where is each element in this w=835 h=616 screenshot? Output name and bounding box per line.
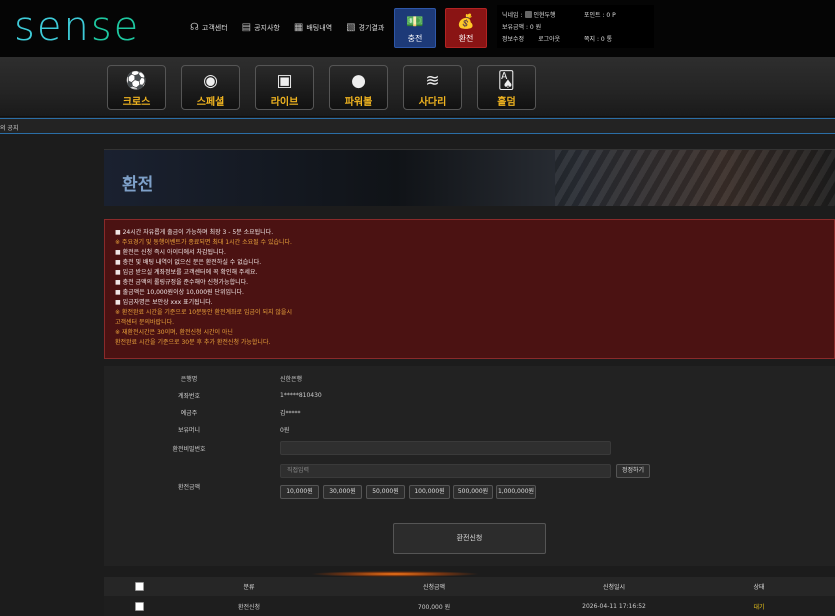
header-type: 분류 [243, 584, 255, 591]
exchange-rules: ■ 24시간 자유롭게 출금이 가능하며 최장 3 - 5분 소요됩니다. ※ … [104, 219, 835, 359]
holdem-icon: 🂡 [497, 71, 516, 91]
rule-line: ■ 24시간 자유롭게 출금이 가능하며 최장 3 - 5분 소요됩니다. [115, 229, 274, 236]
table-row: 환전신청 700,000 원 2026-04-11 17:16:52 대기 [104, 597, 835, 616]
rule-line: ■ 입금자명은 보안상 xxx 표기됩니다. [115, 299, 213, 306]
rule-line: ※ 주요경기 및 동행이벤트가 종료되면 최대 1시간 소요될 수 있습니다. [115, 239, 292, 246]
rule-line: 환전완료 시간을 기준으로 30분 후 추가 환전신청 가능합니다. [115, 339, 271, 346]
amount-input[interactable]: 직접입력 [280, 464, 611, 478]
money-hand-icon: 💰 [457, 14, 475, 30]
rule-line: ■ 환전은 신청 즉시 아이디에서 차감됩니다. [115, 249, 226, 256]
nickname: 인현두행 [533, 11, 556, 19]
game-powerball[interactable]: ● 파워볼 [329, 65, 388, 110]
quick-10000-button[interactable]: 10,000원 [280, 485, 319, 499]
headset-icon: ☊ [190, 22, 199, 33]
holder-value: 김***** [280, 410, 301, 417]
charge-button[interactable]: 💵 충전 [394, 8, 436, 48]
exchange-form: 은행명 신한은행 계좌번호 1*****810430 예금주 김***** 보유… [104, 366, 835, 566]
nav-notice[interactable]: ▤ 공지사항 [242, 22, 280, 33]
quick-1000000-button[interactable]: 1,000,000원 [496, 485, 536, 499]
messages[interactable]: 쪽지 : 0 통 [584, 34, 649, 43]
game-cross[interactable]: ⚽ 크로스 [107, 65, 166, 110]
game-ladder[interactable]: ≋ 사다리 [403, 65, 462, 110]
exchange-button[interactable]: 💰 환전 [445, 8, 487, 48]
page-title: 환전 [122, 175, 154, 195]
reset-button[interactable]: 정정하기 [616, 464, 650, 478]
banner-image [555, 150, 835, 206]
rule-line: ■ 입금 받으실 계좌정보를 고객센터에 꼭 확인해 주세요. [115, 269, 258, 276]
header-amount: 신청금액 [422, 584, 446, 591]
top-header: sense ☊ 고객센터 ▤ 공지사항 ▦ 배팅내역 ▧ 경기결과 💵 충전 💰 환전 … [0, 0, 835, 57]
quick-30000-button[interactable]: 30,000원 [323, 485, 362, 499]
powerball-icon: ● [351, 71, 366, 91]
game-menu-bar: ⚽ 크로스 ◉ 스페셜 ▣ 라이브 ● 파워볼 ≋ 사다리 🂡 홀덤 [0, 57, 835, 117]
logo[interactable]: sense [14, 4, 140, 50]
header-date: 신청일시 [602, 584, 626, 591]
game-special[interactable]: ◉ 스페셜 [181, 65, 240, 110]
game-holdem[interactable]: 🂡 홀덤 [477, 65, 536, 110]
top-nav: ☊ 고객센터 ▤ 공지사항 ▦ 배팅내역 ▧ 경기결과 [190, 22, 384, 33]
rule-line: ※ 재환전시간은 30이며, 환전신청 시간이 아닌 [115, 329, 233, 336]
row-status: 대기 [753, 604, 765, 611]
live-icon: ▣ [276, 71, 293, 91]
notice-strip: 의 공지 [0, 118, 835, 134]
row-type: 환전신청 [237, 604, 261, 611]
rule-line: ■ 충전 금액의 롤링규정을 준수해야 신청가능합니다. [115, 279, 249, 286]
row-amount: 700,000 원 [417, 604, 451, 611]
notice-text: 의 공지 [0, 125, 19, 132]
quick-100000-button[interactable]: 100,000원 [409, 485, 450, 499]
game-live[interactable]: ▣ 라이브 [255, 65, 314, 110]
balance: 보유금액 : 0 원 [502, 23, 542, 31]
points: 포인트 : 0 P [584, 11, 616, 19]
edit-info-link[interactable]: 정보수정 [502, 34, 524, 43]
rule-line: 고객센터 문의바랍니다. [115, 319, 175, 326]
rule-line: ■ 출금액은 10,000원이상 10,000원 단위입니다. [115, 289, 244, 296]
special-icon: ◉ [203, 71, 218, 91]
ladder-icon: ≋ [425, 71, 440, 91]
amount-label: 환전금액 [177, 484, 201, 491]
page-banner: 환전 [104, 149, 835, 206]
money-value: 0원 [280, 427, 290, 434]
notice-icon: ▤ [241, 22, 252, 33]
select-all-checkbox[interactable] [135, 582, 144, 591]
nav-bet-history[interactable]: ▦ 배팅내역 [294, 22, 332, 33]
quick-50000-button[interactable]: 50,000원 [366, 485, 405, 499]
password-label: 환전비밀번호 [172, 446, 206, 453]
bet-history-icon: ▦ [293, 22, 304, 33]
holder-label: 예금주 [180, 410, 198, 417]
logout-link[interactable]: 로그아웃 [538, 34, 560, 43]
account-value: 1*****810430 [280, 392, 322, 399]
money-label: 보유머니 [177, 427, 201, 434]
password-input[interactable] [280, 441, 611, 455]
rule-line: ■ 충전 및 배팅 내역이 없으신 분은 환전하실 수 없습니다. [115, 259, 262, 266]
nav-customer-center[interactable]: ☊ 고객센터 [190, 22, 228, 33]
table-header-row: 분류 신청금액 신청일시 상태 [104, 577, 835, 596]
left-sidebar [0, 135, 104, 616]
rule-line: ※ 환전완료 시간을 기준으로 10분동안 환전계좌로 입금이 되지 않을시 [115, 309, 292, 316]
user-info-panel: 닉네임 : 인현두행 포인트 : 0 P 보유금액 : 0 원 정보수정 로그아웃 … [497, 5, 654, 48]
money-icon: 💵 [406, 14, 424, 30]
bank-label: 은행명 [180, 376, 198, 383]
level-icon [524, 10, 532, 18]
nav-results[interactable]: ▧ 경기결과 [346, 22, 384, 33]
exchange-submit-button[interactable]: 환전신청 [393, 523, 546, 554]
exchange-history-table: 분류 신청금액 신청일시 상태 환전신청 700,000 원 2026-04-1… [104, 577, 835, 616]
row-checkbox[interactable] [135, 602, 144, 611]
cross-icon: ⚽ [125, 71, 148, 91]
header-status: 상태 [753, 584, 765, 591]
quick-500000-button[interactable]: 500,000원 [453, 485, 493, 499]
bank-value: 신한은행 [280, 376, 303, 383]
results-icon: ▧ [346, 22, 356, 33]
row-date: 2026-04-11 17:16:52 [582, 603, 646, 610]
account-label: 계좌번호 [177, 393, 201, 400]
